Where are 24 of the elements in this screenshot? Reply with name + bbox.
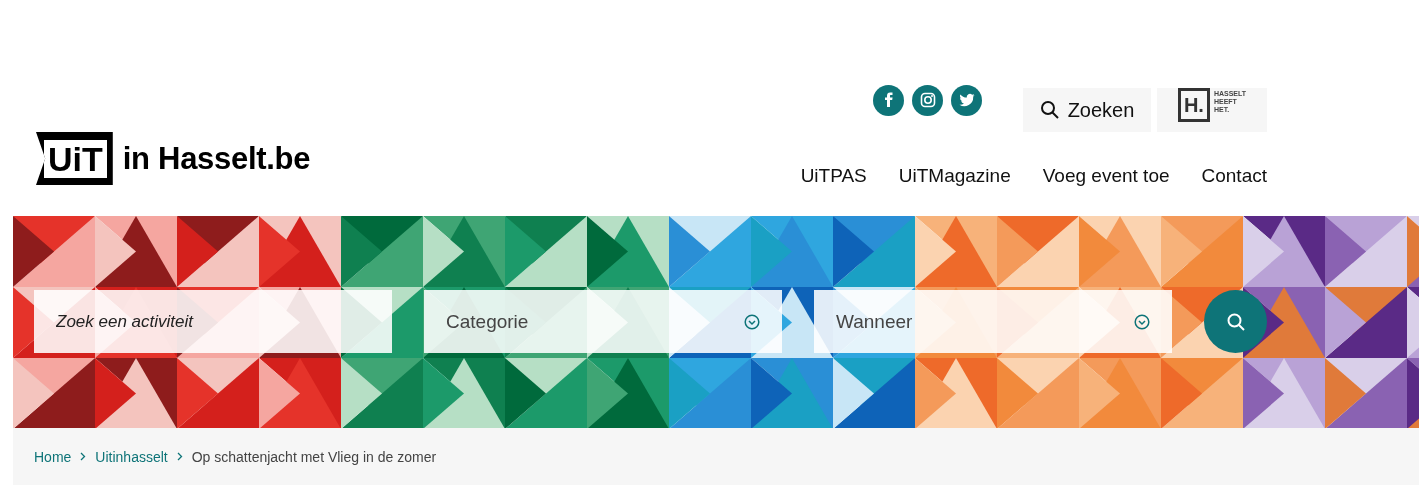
facebook-icon[interactable] — [873, 84, 904, 116]
breadcrumb-current: Op schattenjacht met Vlieg in de zomer — [191, 448, 437, 465]
logo-text: in Hasselt.be — [122, 140, 311, 177]
search-icon — [1225, 311, 1246, 332]
logo-mark: UiT — [36, 132, 113, 185]
breadcrumb-link[interactable]: Home — [34, 448, 72, 465]
chevron-right-icon — [80, 452, 87, 461]
nav-link[interactable]: UiTPAS — [800, 165, 867, 187]
search-field[interactable]: Zoek een activiteit — [34, 290, 392, 353]
instagram-icon[interactable] — [912, 84, 943, 116]
breadcrumb-link[interactable]: Uitinhasselt — [95, 448, 168, 465]
nav-link[interactable]: UiTMagazine — [898, 165, 1011, 187]
dropdown[interactable]: Wanneer — [814, 290, 1172, 353]
search-icon — [1039, 100, 1060, 120]
dropdown[interactable]: Categorie — [424, 290, 782, 353]
nav-link[interactable]: Voeg event toe — [1042, 165, 1170, 187]
nav-link[interactable]: Contact — [1201, 165, 1267, 187]
twitter-icon[interactable] — [951, 84, 982, 116]
chevron-down-icon — [744, 313, 760, 330]
city-logo-mark: H. — [1177, 88, 1210, 122]
chevron-down-icon — [1134, 313, 1150, 330]
chevron-right-icon — [176, 452, 183, 461]
search-button[interactable]: Zoeken — [1023, 88, 1151, 132]
site-logo[interactable]: UiT in Hasselt.be — [36, 132, 311, 185]
